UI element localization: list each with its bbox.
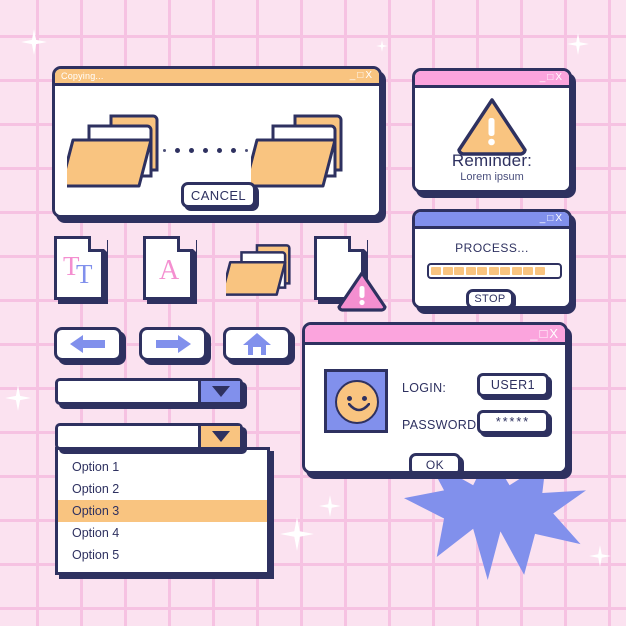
progress-segment <box>431 267 441 275</box>
progress-segment <box>511 267 522 275</box>
dropdown-option[interactable]: Option 1 <box>58 456 267 478</box>
copying-window-title: Copying... <box>61 71 104 81</box>
chevron-down-icon <box>211 386 230 397</box>
maximize-icon[interactable]: □ <box>547 214 554 224</box>
ok-button[interactable]: OK <box>409 453 461 471</box>
minimize-icon[interactable]: _ <box>530 327 538 340</box>
reminder-window[interactable]: _ □ X Reminder: Lorem ipsum <box>412 68 572 193</box>
letter-a-glyph: A <box>159 255 180 286</box>
text-document-page: A <box>143 233 196 300</box>
maximize-icon[interactable]: □ <box>539 327 548 340</box>
login-label: LOGIN: <box>402 381 447 395</box>
reminder-titlebar: _ □ X <box>415 71 569 88</box>
page-fold-corner <box>88 233 107 252</box>
avatar <box>324 369 388 433</box>
login-input[interactable]: USER1 <box>477 373 549 397</box>
login-window-controls[interactable]: _ □ X <box>530 327 559 340</box>
chevron-down-icon <box>211 431 230 442</box>
close-icon[interactable]: X <box>555 73 563 83</box>
progress-segment <box>477 267 487 275</box>
forward-button[interactable] <box>139 327 207 361</box>
dropdown-open-value[interactable] <box>58 426 198 447</box>
font-glyph-blue: T <box>76 259 93 289</box>
warning-triangle-icon <box>457 98 527 156</box>
destination-folder-icon <box>251 114 343 188</box>
cancel-button[interactable]: CANCEL <box>181 182 256 208</box>
smiley-face-icon <box>335 380 379 424</box>
reminder-window-controls[interactable]: _ □ X <box>540 73 563 83</box>
dropdown-closed[interactable] <box>55 378 243 405</box>
progress-segment <box>500 267 510 275</box>
dropdown-open-arrow-button[interactable] <box>198 426 240 447</box>
minimize-icon[interactable]: _ <box>350 71 357 81</box>
progress-bar <box>427 263 562 279</box>
process-window[interactable]: _ □ X PROCESS... STOP <box>412 209 572 309</box>
reminder-title-text: Reminder: <box>451 151 533 170</box>
copying-window-body: CANCEL <box>55 86 379 215</box>
arrow-right-icon <box>156 335 191 353</box>
minimize-icon[interactable]: _ <box>540 214 547 224</box>
arrow-left-icon <box>70 335 105 353</box>
home-icon <box>243 333 271 355</box>
progress-segment <box>523 267 533 275</box>
reminder-window-body: Reminder: Lorem ipsum <box>415 88 569 190</box>
close-icon[interactable]: X <box>549 327 559 340</box>
back-button[interactable] <box>54 327 122 361</box>
home-button[interactable] <box>223 327 291 361</box>
process-titlebar: _ □ X <box>415 212 569 229</box>
source-folder-icon <box>67 114 159 188</box>
dropdown-option[interactable]: Option 5 <box>58 544 267 566</box>
reminder-subtitle-text: Lorem ipsum <box>460 171 524 183</box>
copying-window[interactable]: Copying... _ □ X CANCEL <box>52 66 382 218</box>
copy-progress-dots <box>163 148 248 153</box>
font-file-page: T T <box>54 233 107 300</box>
login-window-body: LOGIN: USER1 PASSWORD: ***** OK <box>305 345 565 471</box>
close-icon[interactable]: X <box>555 214 563 224</box>
dropdown-open-toggle[interactable] <box>55 423 243 450</box>
progress-segment <box>488 267 499 275</box>
password-label: PASSWORD: <box>402 418 481 432</box>
dropdown-option[interactable]: Option 4 <box>58 522 267 544</box>
warning-triangle-badge <box>337 271 387 312</box>
minimize-icon[interactable]: _ <box>540 73 547 83</box>
login-window[interactable]: _ □ X LOGIN: USER1 PASSWORD: ***** OK <box>302 322 568 474</box>
page-fold-corner <box>348 233 367 252</box>
progress-segment <box>454 267 464 275</box>
dropdown-closed-value[interactable] <box>58 381 198 402</box>
process-window-controls[interactable]: _ □ X <box>540 214 563 224</box>
dropdown-option-list[interactable]: Option 1 Option 2 Option 3 Option 4 Option 5 <box>55 447 270 575</box>
process-label: PROCESS... <box>455 241 529 255</box>
password-input[interactable]: ***** <box>477 410 549 434</box>
close-icon[interactable]: X <box>365 71 373 81</box>
open-folder-icon[interactable] <box>226 239 302 301</box>
stop-button[interactable]: STOP <box>466 289 514 306</box>
dropdown-closed-arrow-button[interactable] <box>198 381 240 402</box>
copying-titlebar: Copying... _ □ X <box>55 69 379 86</box>
dropdown-option[interactable]: Option 2 <box>58 478 267 500</box>
progress-segment <box>534 267 545 275</box>
maximize-icon[interactable]: □ <box>357 71 364 81</box>
process-window-body: PROCESS... STOP <box>415 229 569 306</box>
page-fold-corner <box>177 233 196 252</box>
maximize-icon[interactable]: □ <box>547 73 554 83</box>
copying-window-controls[interactable]: _ □ X <box>350 71 373 81</box>
progress-segment <box>442 267 453 275</box>
progress-segment <box>465 267 476 275</box>
login-titlebar: _ □ X <box>305 325 565 345</box>
dropdown-option[interactable]: Option 3 <box>58 500 267 522</box>
